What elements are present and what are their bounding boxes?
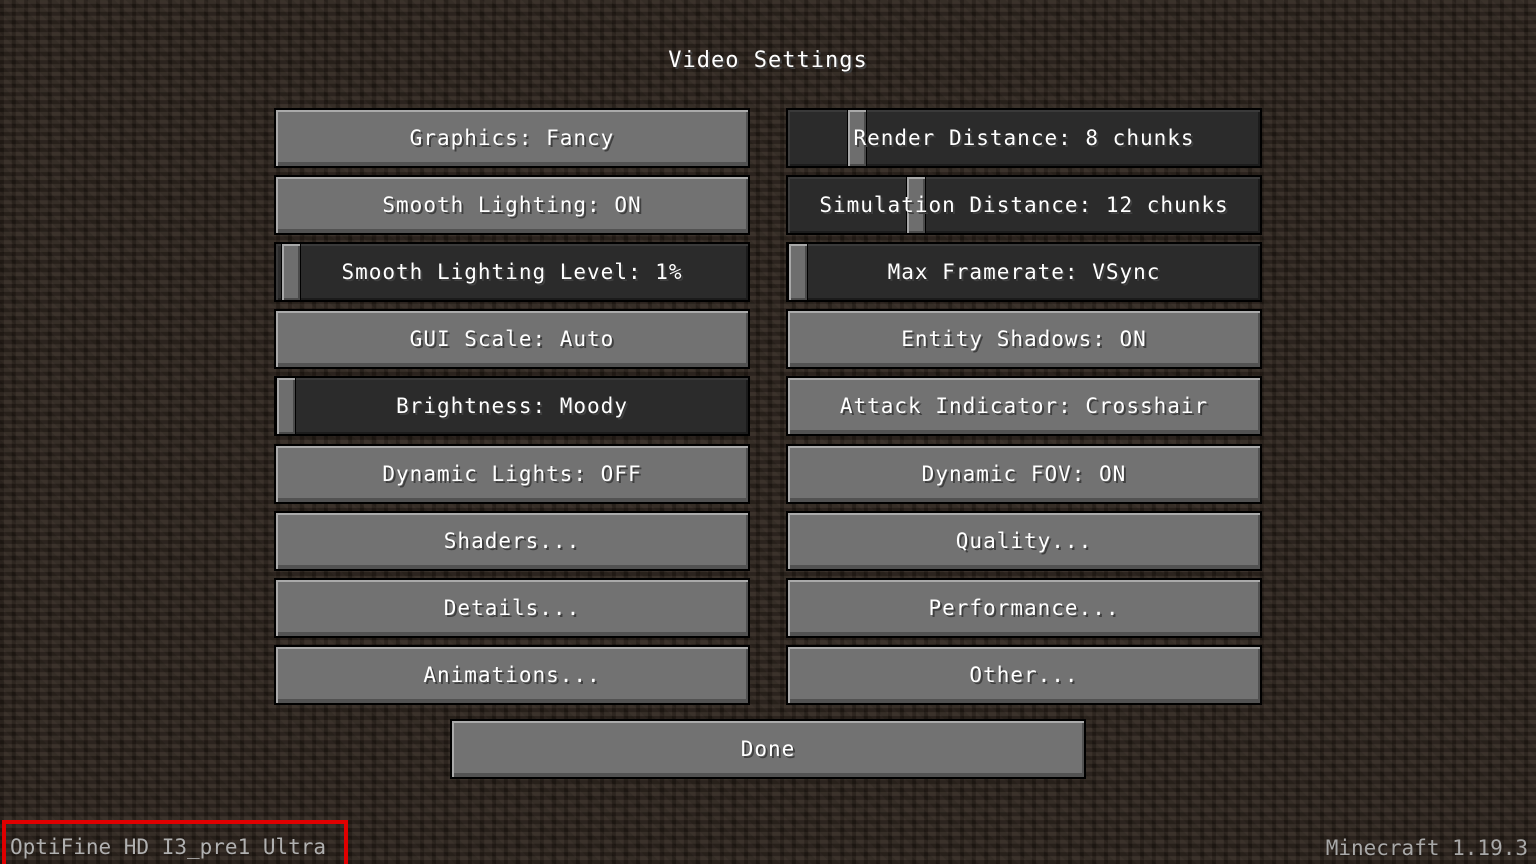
slider-label: Brightness: Moody xyxy=(396,394,628,418)
shaders-button[interactable]: Shaders... xyxy=(274,511,750,571)
render-distance-slider[interactable]: Render Distance: 8 chunks xyxy=(786,108,1262,168)
smooth-lighting-button[interactable]: Smooth Lighting: ON xyxy=(274,175,750,235)
done-button[interactable]: Done xyxy=(450,719,1086,779)
max-framerate-slider[interactable]: Max Framerate: VSync xyxy=(786,242,1262,302)
entity-shadows-button[interactable]: Entity Shadows: ON xyxy=(786,309,1262,369)
slider-handle[interactable] xyxy=(276,378,296,434)
page-title: Video Settings xyxy=(668,48,868,73)
slider-label: Smooth Lighting Level: 1% xyxy=(341,260,683,284)
slider-label: Simulation Distance: 12 chunks xyxy=(819,193,1229,217)
smooth-lighting-level-slider[interactable]: Smooth Lighting Level: 1% xyxy=(274,242,750,302)
other-button[interactable]: Other... xyxy=(786,645,1262,705)
optifine-version-label: OptiFine HD I3_pre1 Ultra xyxy=(2,820,349,864)
gui-scale-button[interactable]: GUI Scale: Auto xyxy=(274,309,750,369)
performance-button[interactable]: Performance... xyxy=(786,578,1262,638)
details-button[interactable]: Details... xyxy=(274,578,750,638)
attack-indicator-button[interactable]: Attack Indicator: Crosshair xyxy=(786,376,1262,436)
minecraft-version-label: Minecraft 1.19.3 xyxy=(1325,836,1528,860)
quality-button[interactable]: Quality... xyxy=(786,511,1262,571)
slider-handle[interactable] xyxy=(788,244,808,300)
graphics-button[interactable]: Graphics: Fancy xyxy=(274,108,750,168)
animations-button[interactable]: Animations... xyxy=(274,645,750,705)
simulation-distance-slider[interactable]: Simulation Distance: 12 chunks xyxy=(786,175,1262,235)
dynamic-fov-button[interactable]: Dynamic FOV: ON xyxy=(786,444,1262,504)
slider-handle[interactable] xyxy=(281,244,301,300)
slider-label: Render Distance: 8 chunks xyxy=(853,126,1195,150)
brightness-slider[interactable]: Brightness: Moody xyxy=(274,376,750,436)
slider-label: Max Framerate: VSync xyxy=(887,260,1161,284)
dynamic-lights-button[interactable]: Dynamic Lights: OFF xyxy=(274,444,750,504)
